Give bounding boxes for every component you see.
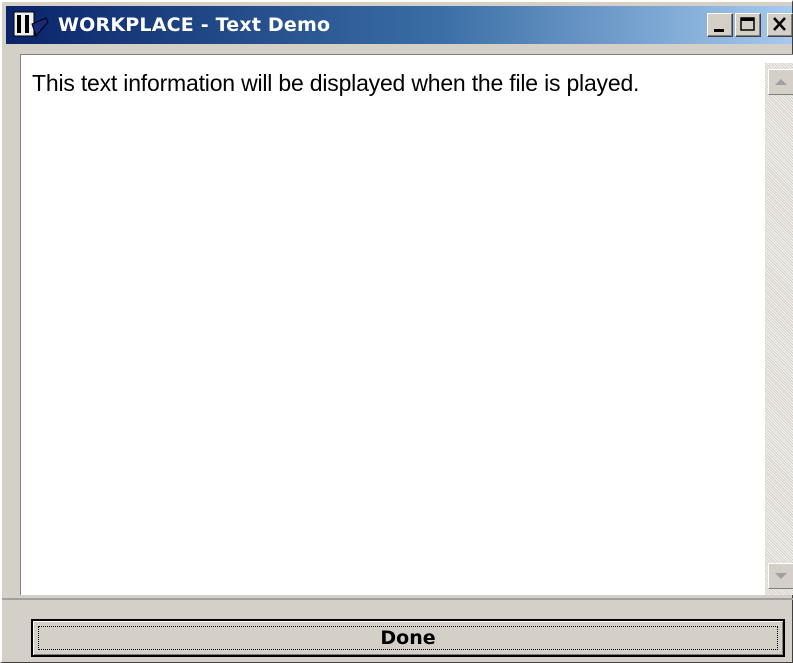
text-display-area[interactable]: This text information will be displayed …	[21, 55, 761, 594]
done-button[interactable]: Done	[31, 619, 785, 657]
display-text: This text information will be displayed …	[32, 70, 640, 96]
title-bar[interactable]: WORKPLACE - Text Demo	[6, 6, 793, 44]
content-frame: This text information will be displayed …	[20, 54, 793, 595]
minimize-button[interactable]	[707, 13, 733, 37]
scroll-up-button[interactable]	[768, 69, 793, 95]
divider	[2, 598, 793, 600]
workplace-app-icon[interactable]	[12, 10, 52, 40]
done-button-label: Done	[380, 627, 436, 649]
vertical-scrollbar[interactable]	[765, 63, 793, 595]
window-title: WORKPLACE - Text Demo	[58, 14, 331, 36]
close-button[interactable]	[767, 13, 793, 37]
scroll-down-button[interactable]	[768, 563, 793, 589]
app-window: WORKPLACE - Text Demo This text informat…	[0, 0, 793, 663]
maximize-button[interactable]	[735, 13, 761, 37]
